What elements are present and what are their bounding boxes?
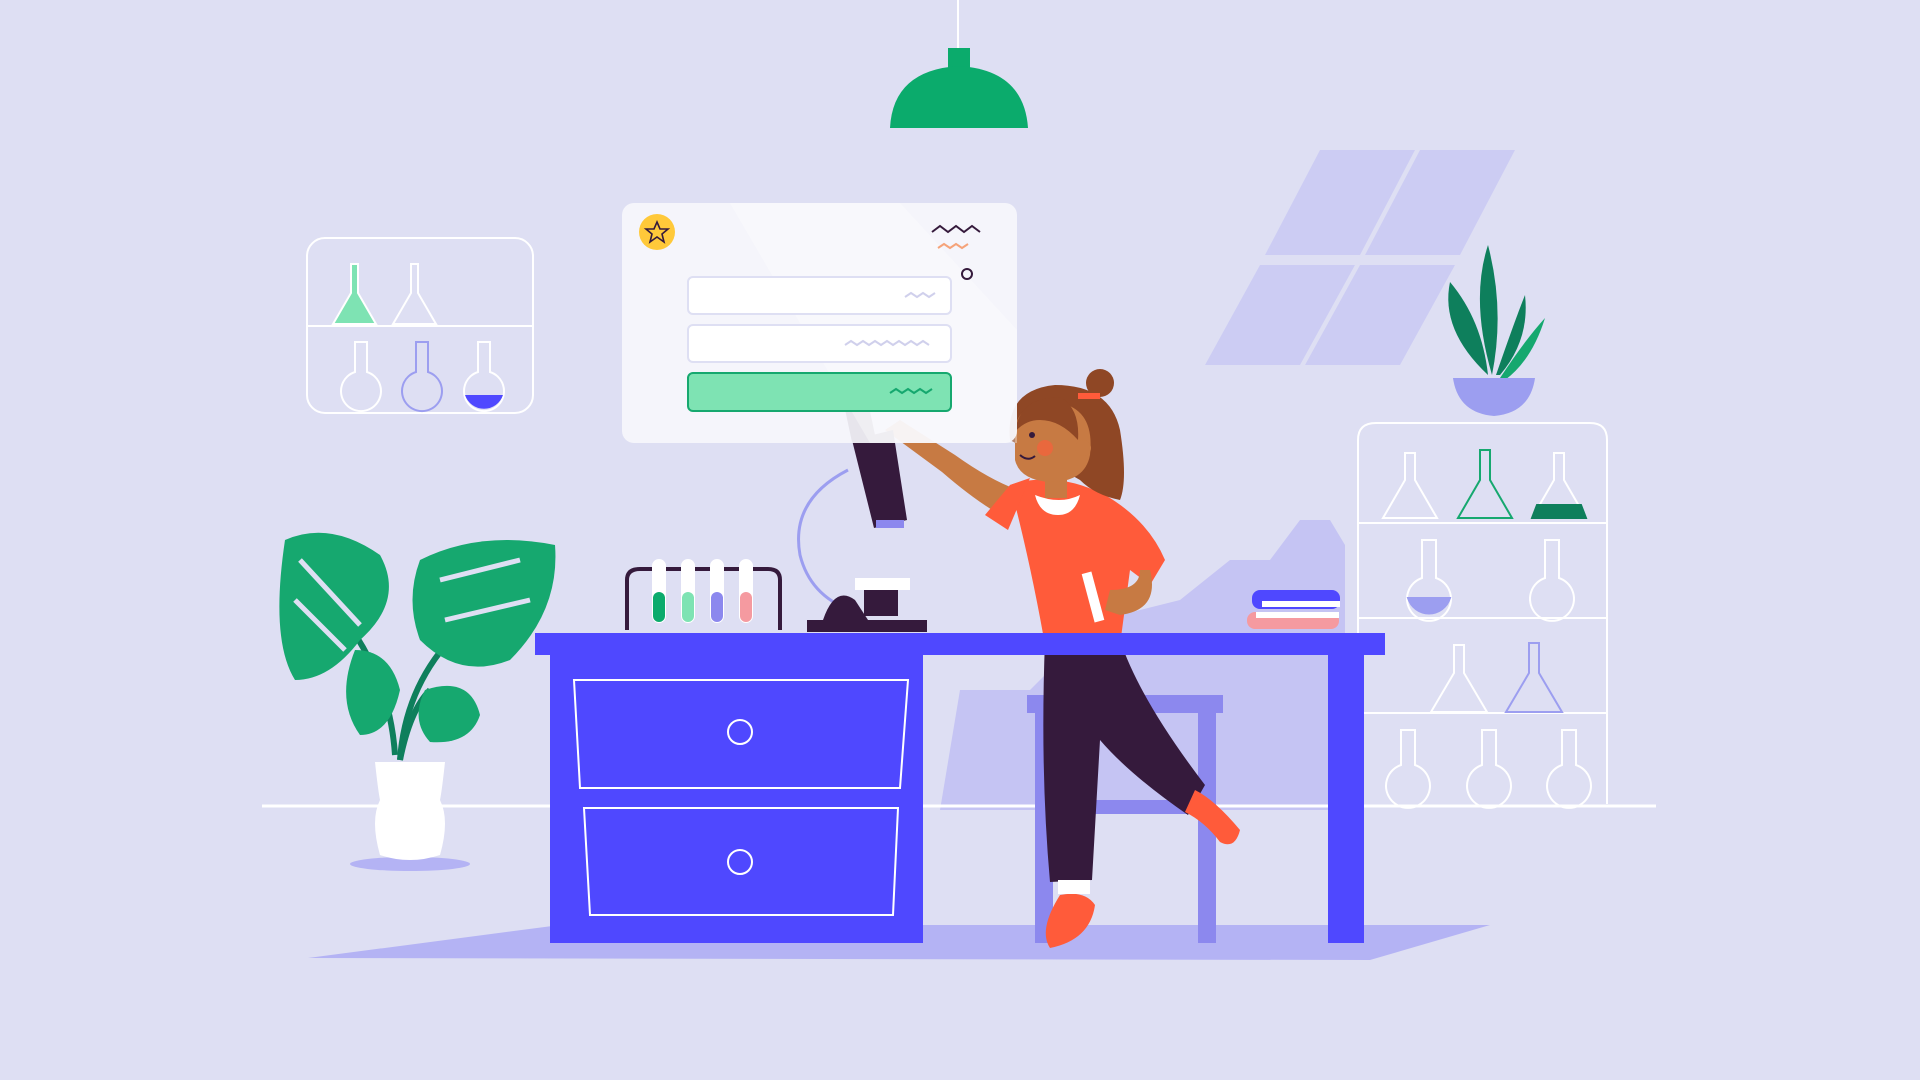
form-field-1[interactable]: [687, 276, 952, 315]
form-submit-button[interactable]: [687, 372, 952, 412]
scene-canvas: [0, 0, 1920, 1080]
star-icon: [639, 214, 675, 250]
form-field-2[interactable]: [687, 324, 952, 363]
lab-illustration: [0, 0, 1920, 1080]
